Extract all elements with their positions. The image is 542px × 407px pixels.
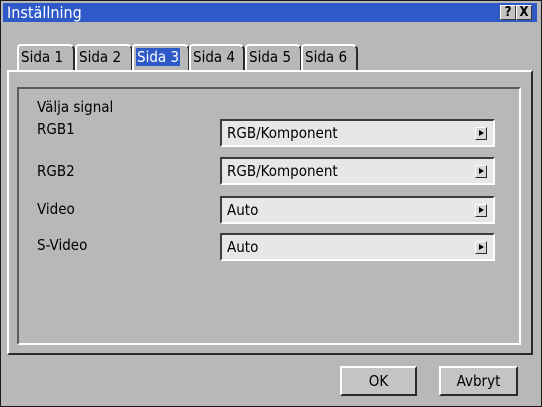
rgb2-label: RGB2 [37,162,75,180]
help-button[interactable]: ? [500,5,516,20]
tab-label: Sida 1 [21,48,64,66]
section-heading: Välja signal [37,98,114,116]
title-bar[interactable]: Inställning ? X [3,3,537,22]
rgb1-value: RGB/Komponent [227,124,338,142]
video-label: Video [37,200,75,218]
tab-label: Sida 4 [193,48,236,66]
tab-sida-2[interactable]: Sida 2 [75,44,133,70]
cancel-button[interactable]: Avbryt [439,366,518,396]
rgb2-select[interactable]: RGB/Komponent [220,157,495,185]
video-value: Auto [227,201,259,219]
window-title: Inställning [7,3,82,22]
close-button[interactable]: X [516,5,532,20]
s-video-select[interactable]: Auto [220,233,495,261]
tab-sida-6[interactable]: Sida 6 [301,44,358,70]
tab-label: Sida 2 [79,48,122,66]
arrow-right-icon[interactable] [475,165,487,178]
s-video-value: Auto [227,238,259,256]
rgb2-value: RGB/Komponent [227,162,338,180]
arrow-right-icon[interactable] [475,127,487,140]
tab-sida-1[interactable]: Sida 1 [17,44,75,70]
arrow-right-icon[interactable] [475,204,487,217]
tab-label: Sida 5 [249,48,292,66]
tab-label: Sida 6 [305,48,348,66]
tab-sida-5[interactable]: Sida 5 [245,44,302,70]
rgb1-select[interactable]: RGB/Komponent [220,119,495,147]
settings-dialog: Inställning ? X Sida 1 Sida 2 Sida 3 Sid… [0,0,542,407]
tab-sida-4[interactable]: Sida 4 [189,44,245,70]
video-select[interactable]: Auto [220,196,495,224]
tab-sida-3[interactable]: Sida 3 [132,44,190,70]
tab-label: Sida 3 [136,48,181,66]
rgb1-label: RGB1 [37,120,75,138]
s-video-label: S-Video [37,236,88,254]
arrow-right-icon[interactable] [475,241,487,254]
ok-button[interactable]: OK [340,366,417,396]
